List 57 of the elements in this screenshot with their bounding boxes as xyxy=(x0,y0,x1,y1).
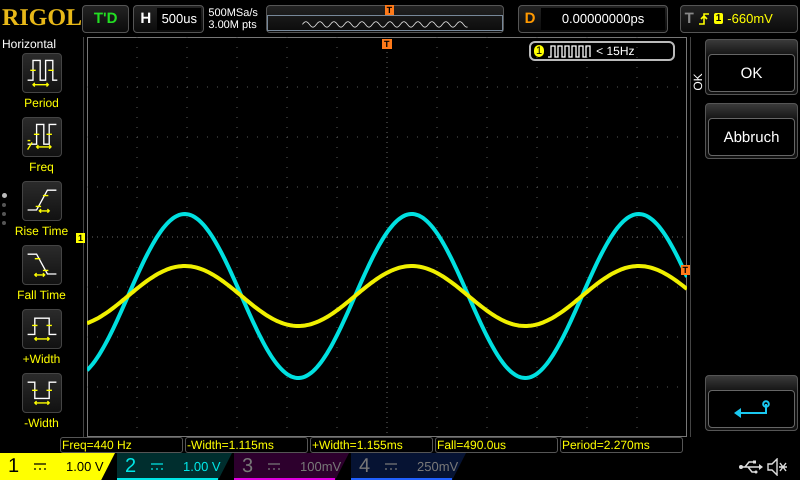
measure-button[interactable] xyxy=(22,117,62,157)
menu-label: -Width xyxy=(24,416,59,430)
delay-label: D xyxy=(524,10,536,27)
channel-tab[interactable]: 3 100mV xyxy=(234,453,349,480)
timebase-label: H xyxy=(139,10,152,27)
timebase-value: 500us xyxy=(157,8,202,30)
dc-coupling-icon xyxy=(268,462,280,470)
softkey-button[interactable]: Abbruch xyxy=(708,118,795,156)
return-arrow-icon xyxy=(733,400,770,418)
dc-coupling-icon xyxy=(385,462,397,470)
channel-number: 1 xyxy=(8,455,20,478)
delay-value: 0.00000000ps xyxy=(541,8,665,30)
back-button[interactable] xyxy=(708,390,795,428)
channel-number: 4 xyxy=(359,455,372,478)
counter-reading: < 15Hz xyxy=(596,44,634,58)
trigger-level: -660mV xyxy=(727,11,773,26)
speaker-muted-icon xyxy=(766,458,788,476)
measure-button[interactable] xyxy=(22,309,62,349)
sample-rate: 500MSa/s xyxy=(208,6,259,18)
channel-number: 2 xyxy=(125,455,138,478)
usb-icon xyxy=(738,460,764,474)
softkey-button[interactable]: OK xyxy=(708,54,795,92)
channel-offset-marker[interactable]: 1 xyxy=(76,233,86,243)
measure-button[interactable] xyxy=(22,53,62,93)
measurement-value: +Width=1.155ms xyxy=(310,437,433,453)
rising-edge-icon xyxy=(698,10,710,26)
memory-depth: 3.00M pts xyxy=(208,18,258,30)
menu-label: Freq xyxy=(29,160,54,174)
menu-title: Horizontal xyxy=(1,37,56,53)
measure-button[interactable] xyxy=(22,373,62,413)
channel-scale: 250mV xyxy=(417,459,458,474)
channel-tab[interactable]: 4 250mV xyxy=(351,453,466,480)
measurement-value: Period=2.270ms xyxy=(560,437,683,453)
measurement-value: Fall=490.0us xyxy=(435,437,558,453)
dc-coupling-icon xyxy=(151,462,163,470)
dc-coupling-icon xyxy=(34,462,46,470)
measurement-value: Freq=440 Hz xyxy=(60,437,183,453)
channel-number: 3 xyxy=(242,455,254,478)
channel-scale: 100mV xyxy=(300,459,342,474)
pulse-train-icon xyxy=(548,44,592,58)
trigger-marker: T xyxy=(384,4,394,14)
trigger-label: T xyxy=(684,10,694,27)
channel-scale: 1.00 V xyxy=(183,459,221,474)
menu-label: Fall Time xyxy=(17,288,66,302)
measure-button[interactable] xyxy=(22,181,62,221)
menu-label: +Width xyxy=(22,352,60,366)
measurement-value: -Width=1.115ms xyxy=(185,437,308,453)
measure-button[interactable] xyxy=(22,245,62,285)
menu-label: Period xyxy=(24,96,59,110)
channel-tab[interactable]: 1 1.00 V xyxy=(0,453,115,480)
trigger-position-marker[interactable]: T xyxy=(382,39,392,49)
panel-title: OK xyxy=(690,75,706,89)
run-status: T'D xyxy=(82,4,130,32)
menu-label: Rise Time xyxy=(14,224,68,238)
channel-tab[interactable]: 2 1.00 V xyxy=(117,453,232,480)
trigger-source: 1 xyxy=(714,13,724,24)
channel-scale: 1.00 V xyxy=(66,459,104,474)
